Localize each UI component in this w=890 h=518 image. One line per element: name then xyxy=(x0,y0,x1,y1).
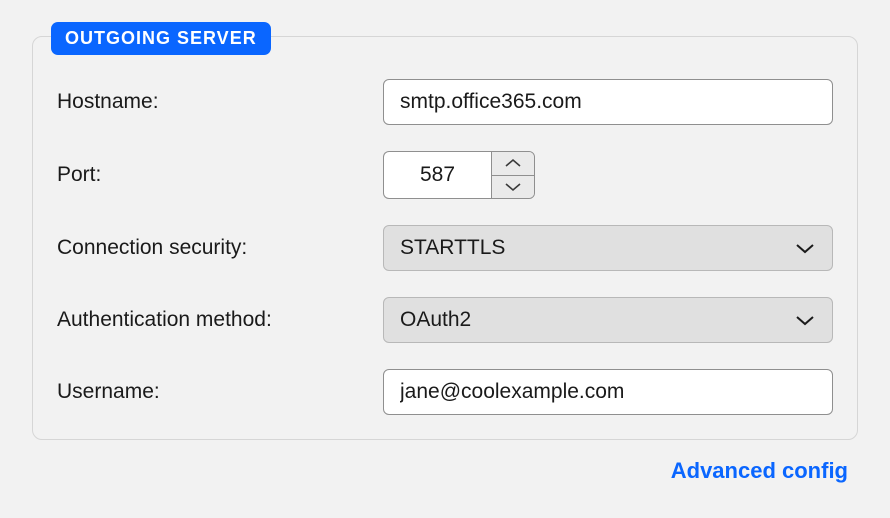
port-stepper xyxy=(383,151,833,199)
hostname-row: Hostname: xyxy=(57,79,833,125)
port-step-up-button[interactable] xyxy=(492,152,534,176)
footer: Advanced config xyxy=(32,458,858,484)
username-label: Username: xyxy=(57,380,383,404)
hostname-input[interactable] xyxy=(383,79,833,125)
chevron-down-icon xyxy=(794,314,816,327)
connection-security-value: STARTTLS xyxy=(400,236,505,260)
username-input[interactable] xyxy=(383,369,833,415)
auth-method-row: Authentication method: OAuth2 xyxy=(57,297,833,343)
port-label: Port: xyxy=(57,163,383,187)
advanced-config-link[interactable]: Advanced config xyxy=(671,458,848,483)
auth-method-label: Authentication method: xyxy=(57,308,383,332)
port-spinner xyxy=(491,151,535,199)
connection-security-row: Connection security: STARTTLS xyxy=(57,225,833,271)
chevron-down-icon xyxy=(794,242,816,255)
port-input[interactable] xyxy=(383,151,491,199)
hostname-label: Hostname: xyxy=(57,90,383,114)
outgoing-server-panel: OUTGOING SERVER Hostname: Port: xyxy=(32,36,858,440)
port-row: Port: xyxy=(57,151,833,199)
username-row: Username: xyxy=(57,369,833,415)
auth-method-value: OAuth2 xyxy=(400,308,471,332)
section-badge: OUTGOING SERVER xyxy=(51,22,271,55)
connection-security-select[interactable]: STARTTLS xyxy=(383,225,833,271)
chevron-down-icon xyxy=(504,182,522,192)
connection-security-label: Connection security: xyxy=(57,236,383,260)
auth-method-select[interactable]: OAuth2 xyxy=(383,297,833,343)
port-step-down-button[interactable] xyxy=(492,176,534,199)
chevron-up-icon xyxy=(504,158,522,168)
